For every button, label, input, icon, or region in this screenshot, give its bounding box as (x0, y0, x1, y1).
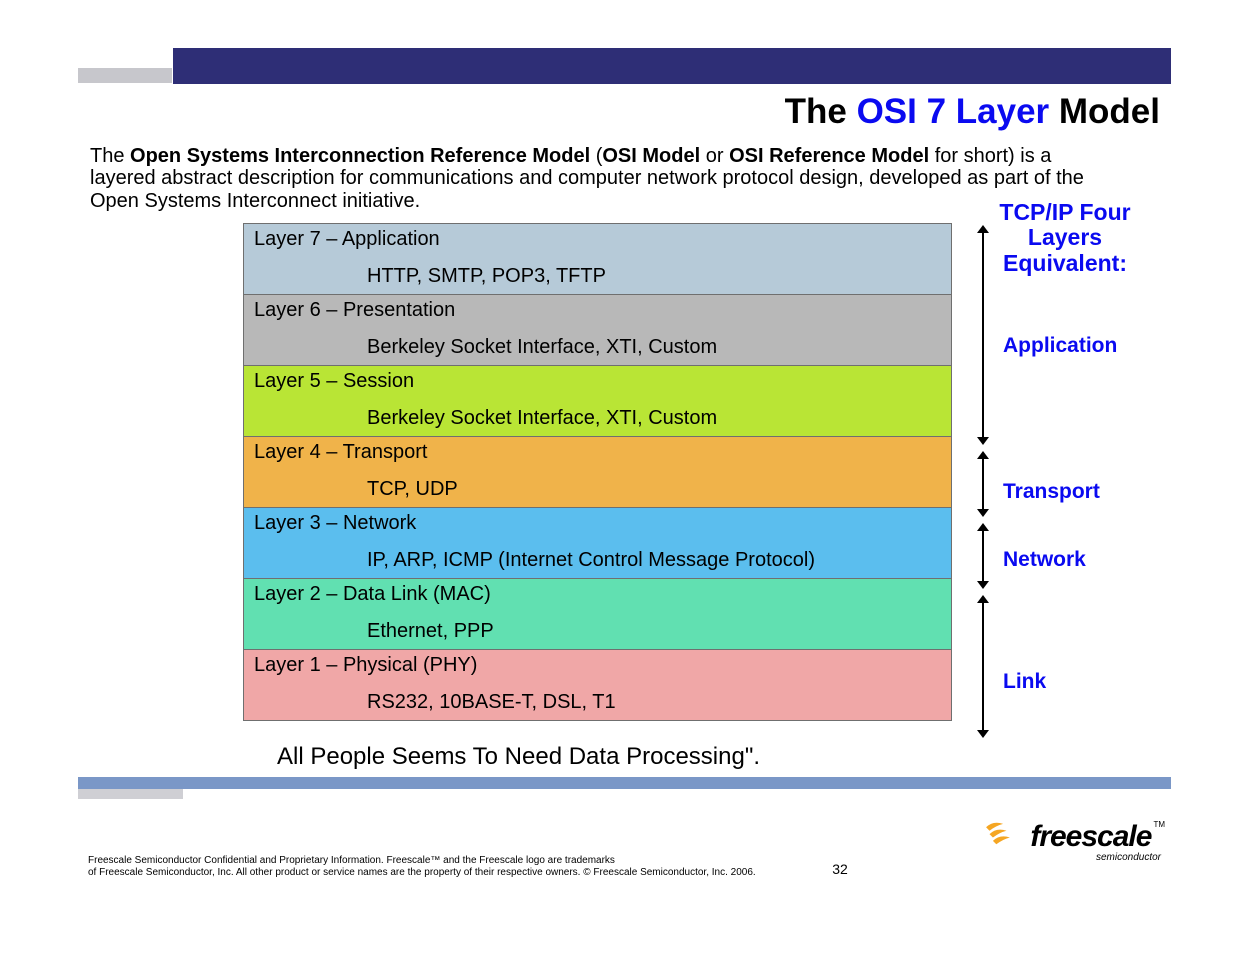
layer-examples: HTTP, SMTP, POP3, TFTP (254, 265, 941, 288)
layer-examples: IP, ARP, ICMP (Internet Control Message … (254, 549, 941, 572)
bottom-bar-grey (78, 789, 183, 799)
layer-examples: Ethernet, PPP (254, 620, 941, 643)
layer-name: Layer 5 – Session (254, 370, 941, 393)
footer-legal: Freescale Semiconductor Confidential and… (88, 855, 858, 878)
osi-layer-4: Layer 4 – Transport TCP, UDP (244, 436, 951, 507)
intro-text: The (90, 145, 130, 167)
layer-examples: Berkeley Socket Interface, XTI, Custom (254, 407, 941, 430)
top-bar (173, 48, 1171, 84)
osi-layer-2: Layer 2 – Data Link (MAC) Ethernet, PPP (244, 578, 951, 649)
title-prefix: The (785, 92, 857, 131)
arrow-link (976, 595, 990, 738)
title-highlight: OSI 7 Layer (857, 92, 1050, 131)
osi-layer-6: Layer 6 – Presentation Berkeley Socket I… (244, 294, 951, 365)
top-left-tab (78, 68, 172, 83)
layer-name: Layer 6 – Presentation (254, 299, 941, 322)
bottom-bar-blue (78, 777, 1171, 789)
legal-line-2: of Freescale Semiconductor, Inc. All oth… (88, 867, 756, 878)
tcpip-label-link: Link (1003, 670, 1046, 694)
intro-bold-2: OSI Model (602, 145, 700, 167)
tcpip-label-transport: Transport (1003, 480, 1100, 504)
tcpip-label-application: Application (1003, 334, 1117, 358)
tcpip-header-line: Layers (1028, 224, 1102, 250)
freescale-logo: freescaleTM semiconductor (975, 820, 1165, 863)
tcpip-header: TCP/IP Four Layers Equivalent: (960, 200, 1170, 276)
tcpip-header-line: TCP/IP Four (999, 199, 1130, 225)
osi-layer-7: Layer 7 – Application HTTP, SMTP, POP3, … (244, 224, 951, 294)
layer-examples: RS232, 10BASE-T, DSL, T1 (254, 691, 941, 714)
arrow-network (976, 523, 990, 589)
arrow-application (976, 225, 990, 445)
layer-examples: TCP, UDP (254, 478, 941, 501)
logo-tm: TM (1151, 820, 1165, 829)
intro-text: or (700, 145, 729, 167)
intro-paragraph: The Open Systems Interconnection Referen… (90, 145, 1095, 212)
layer-name: Layer 7 – Application (254, 228, 941, 251)
layer-name: Layer 3 – Network (254, 512, 941, 535)
tcpip-header-line: Equivalent: (1003, 250, 1127, 276)
slide-title: The OSI 7 Layer Model (785, 92, 1160, 132)
arrow-transport (976, 451, 990, 517)
layer-name: Layer 4 – Transport (254, 441, 941, 464)
logo-text: freescale (1030, 820, 1151, 853)
layer-examples: Berkeley Socket Interface, XTI, Custom (254, 336, 941, 359)
layer-name: Layer 1 – Physical (PHY) (254, 654, 941, 677)
intro-bold-1: Open Systems Interconnection Reference M… (130, 145, 590, 167)
tcpip-label-network: Network (1003, 548, 1086, 572)
logo-swoosh-icon (981, 812, 1015, 846)
page-number: 32 (820, 861, 860, 877)
osi-layer-1: Layer 1 – Physical (PHY) RS232, 10BASE-T… (244, 649, 951, 720)
title-suffix: Model (1049, 92, 1160, 131)
logo-subtext: semiconductor (975, 852, 1165, 863)
mnemonic-caption: All People Seems To Need Data Processing… (277, 743, 760, 771)
osi-layer-3: Layer 3 – Network IP, ARP, ICMP (Interne… (244, 507, 951, 578)
osi-layer-5: Layer 5 – Session Berkeley Socket Interf… (244, 365, 951, 436)
legal-line-1: Freescale Semiconductor Confidential and… (88, 855, 615, 866)
intro-text: ( (590, 145, 602, 167)
layer-name: Layer 2 – Data Link (MAC) (254, 583, 941, 606)
intro-bold-3: OSI Reference Model (729, 145, 929, 167)
osi-layers-table: Layer 7 – Application HTTP, SMTP, POP3, … (243, 223, 952, 721)
